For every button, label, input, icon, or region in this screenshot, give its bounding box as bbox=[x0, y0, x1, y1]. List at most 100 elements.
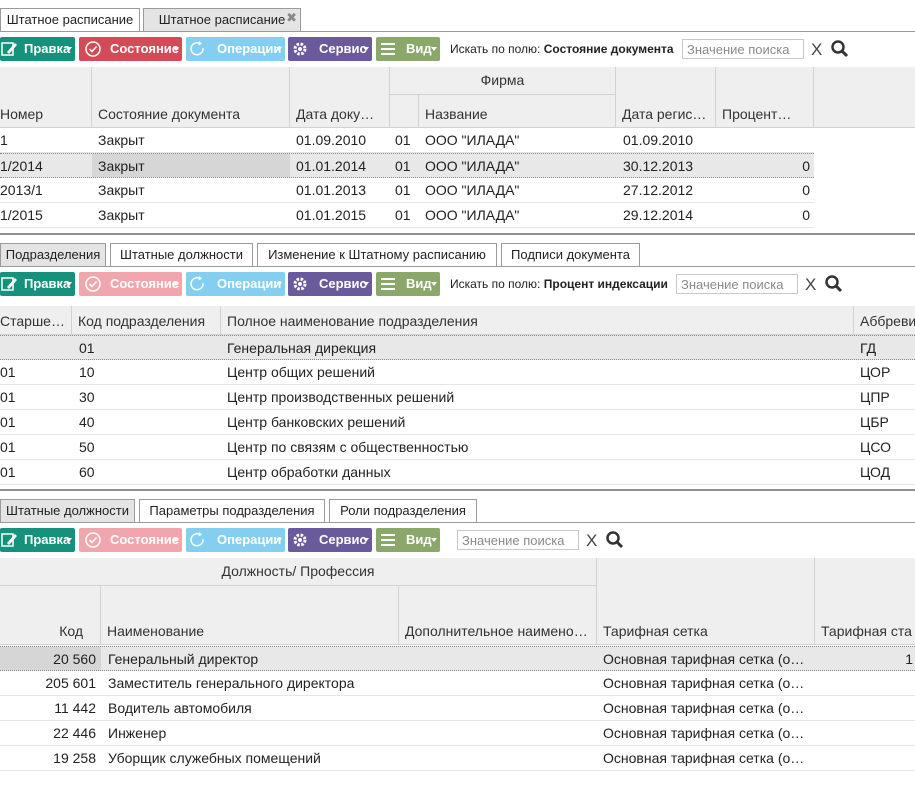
col-dept-code[interactable]: Код подразделения bbox=[72, 306, 221, 335]
clear-search-button[interactable]: X bbox=[586, 531, 597, 551]
table-row[interactable]: 19 258 Уборщик служебных помещений Основ… bbox=[0, 746, 915, 771]
cell-name: Центр обработки данных bbox=[227, 464, 391, 480]
search-input[interactable] bbox=[676, 274, 798, 294]
table-row[interactable]: 1 Закрыт 01.09.2010 01 ООО "ИЛАДА" 01.09… bbox=[0, 128, 814, 153]
view-button[interactable]: Вид bbox=[376, 528, 440, 552]
col-parent[interactable]: Старше… bbox=[0, 306, 72, 335]
col-doc-state[interactable]: Состояние документа bbox=[92, 67, 290, 128]
table-row-selected[interactable]: 1/2014 Закрыт 01.01.2014 01 ООО "ИЛАДА" … bbox=[0, 153, 814, 178]
cell-name: Центр по связям с общественностью bbox=[227, 439, 469, 455]
clear-search-button[interactable]: X bbox=[811, 40, 822, 60]
operations-button[interactable]: Операции bbox=[186, 37, 285, 61]
tab-label: Штатное расписание bbox=[158, 12, 286, 27]
cell-code: 50 bbox=[79, 439, 95, 455]
cell-code: 30 bbox=[79, 389, 95, 405]
tab-departments[interactable]: Подразделения bbox=[0, 243, 106, 266]
cell-code: 11 442 bbox=[54, 700, 96, 716]
table-row[interactable]: 01 30 Центр производственных решений ЦПР bbox=[0, 385, 915, 410]
col-position-name[interactable]: Наименование bbox=[101, 586, 399, 645]
clear-search-button[interactable]: X bbox=[805, 275, 816, 295]
col-reg-date[interactable]: Дата регис… bbox=[616, 67, 716, 128]
table-row[interactable]: 11 442 Водитель автомобиля Основная тари… bbox=[0, 696, 915, 721]
tab-doc-signatures[interactable]: Подписи документа bbox=[501, 243, 640, 266]
cell-name: Заместитель генерального директора bbox=[108, 675, 355, 691]
edit-button[interactable]: Правка bbox=[0, 272, 75, 296]
service-button[interactable]: Сервис bbox=[288, 528, 372, 552]
state-button[interactable]: Состояние bbox=[79, 528, 182, 552]
cell-tariff-rate bbox=[815, 696, 913, 720]
tab-staff-positions[interactable]: Штатные должности bbox=[110, 243, 253, 266]
cell-firm-name: ООО "ИЛАДА" bbox=[425, 158, 520, 174]
search-icon[interactable] bbox=[824, 274, 844, 294]
table-row[interactable]: 1/2015 Закрыт 01.01.2015 01 ООО "ИЛАДА" … bbox=[0, 203, 814, 228]
table-row[interactable]: 01 10 Центр общих решений ЦОР bbox=[0, 360, 915, 385]
col-additional-name[interactable]: Дополнительное наимено… bbox=[399, 586, 597, 645]
col-firm-name[interactable]: Название bbox=[419, 95, 616, 128]
cell-parent: 01 bbox=[0, 414, 16, 430]
cell-tariff-grid: Основная тарифная сетка (о… bbox=[603, 675, 805, 691]
table-row[interactable]: 205 601 Заместитель генерального директо… bbox=[0, 671, 915, 696]
col-firm-code[interactable] bbox=[390, 95, 419, 128]
cell-firm-name: ООО "ИЛАДА" bbox=[425, 132, 520, 148]
col-abbrev[interactable]: Аббреви bbox=[854, 306, 915, 335]
search-input[interactable] bbox=[457, 530, 579, 550]
col-number[interactable]: Номер bbox=[0, 67, 92, 128]
cell-reg-date: 30.12.2013 bbox=[623, 158, 694, 174]
operations-label: Операции bbox=[217, 276, 282, 291]
edit-button[interactable]: Правка bbox=[0, 528, 75, 552]
service-label: Сервис bbox=[319, 276, 367, 291]
service-button[interactable]: Сервис bbox=[288, 37, 372, 61]
col-doc-date[interactable]: Дата доку… bbox=[290, 67, 390, 128]
col-tariff-rate[interactable]: Тарифная ста bbox=[815, 558, 915, 645]
tab-dept-roles[interactable]: Роли подразделения bbox=[329, 499, 477, 522]
view-button[interactable]: Вид bbox=[376, 37, 440, 61]
cell-parent: 01 bbox=[0, 364, 16, 380]
tab-staff-schedule-1[interactable]: Штатное расписание bbox=[0, 8, 140, 31]
table-row-selected[interactable]: 20 560 Генеральный директор Основная тар… bbox=[0, 646, 915, 671]
cell-number: 1 bbox=[0, 132, 8, 148]
refresh-icon bbox=[190, 276, 204, 291]
col-dept-name[interactable]: Полное наименование подразделения bbox=[221, 306, 854, 335]
splitter[interactable] bbox=[0, 233, 915, 235]
list-view-icon bbox=[381, 278, 395, 290]
state-button[interactable]: Состояние bbox=[79, 272, 182, 296]
sub-tabbar: Подразделения Штатные должности Изменени… bbox=[0, 243, 915, 267]
search-input[interactable] bbox=[682, 39, 804, 59]
group-header-firm: Фирма bbox=[390, 67, 616, 95]
table-row-selected[interactable]: 01 Генеральная дирекция ГД bbox=[0, 335, 915, 360]
refresh-icon bbox=[190, 532, 204, 547]
tab-schedule-changes[interactable]: Изменение к Штатному расписанию bbox=[257, 243, 497, 266]
search-icon[interactable] bbox=[830, 39, 850, 59]
tab-staff-schedule-2[interactable]: Штатное расписание ✖ bbox=[143, 8, 301, 31]
edit-button[interactable]: Правка bbox=[0, 37, 75, 61]
view-button[interactable]: Вид bbox=[376, 272, 440, 296]
table-row[interactable]: 01 60 Центр обработки данных ЦОД bbox=[0, 460, 915, 485]
col-code[interactable]: Код bbox=[0, 586, 101, 645]
cell-code: 10 bbox=[79, 364, 95, 380]
cell-name: Инженер bbox=[108, 725, 167, 741]
check-circle-icon bbox=[85, 532, 101, 548]
cell-additional bbox=[405, 647, 595, 670]
tab-staff-positions[interactable]: Штатные должности bbox=[0, 499, 135, 522]
table-row[interactable]: 2013/1 Закрыт 01.01.2013 01 ООО "ИЛАДА" … bbox=[0, 178, 814, 203]
col-tariff-grid[interactable]: Тарифная сетка bbox=[597, 558, 815, 645]
state-button[interactable]: Состояние bbox=[79, 37, 182, 61]
operations-button[interactable]: Операции bbox=[186, 272, 285, 296]
table-row[interactable]: 01 50 Центр по связям с общественностью … bbox=[0, 435, 915, 460]
tab-label: Штатные должности bbox=[6, 503, 129, 518]
search-icon[interactable] bbox=[605, 530, 625, 550]
cell-parent: 01 bbox=[0, 389, 16, 405]
table-row[interactable]: 22 446 Инженер Основная тарифная сетка (… bbox=[0, 721, 915, 746]
cell-number: 1/2014 bbox=[0, 158, 43, 174]
cell-firm-code: 01 bbox=[395, 182, 411, 198]
table-row[interactable]: 01 40 Центр банковских решений ЦБР bbox=[0, 410, 915, 435]
cell-number: 1/2015 bbox=[0, 207, 43, 223]
close-icon[interactable]: ✖ bbox=[286, 7, 297, 29]
operations-button[interactable]: Операции bbox=[186, 528, 285, 552]
splitter[interactable] bbox=[0, 489, 915, 491]
doc-toolbar: Правка Состояние Операции Сервис Вид Иск… bbox=[0, 33, 915, 65]
cell-code: 20 560 bbox=[0, 647, 101, 670]
col-percent[interactable]: Процент… bbox=[716, 67, 814, 128]
service-button[interactable]: Сервис bbox=[288, 272, 372, 296]
tab-dept-params[interactable]: Параметры подразделения bbox=[139, 499, 325, 522]
